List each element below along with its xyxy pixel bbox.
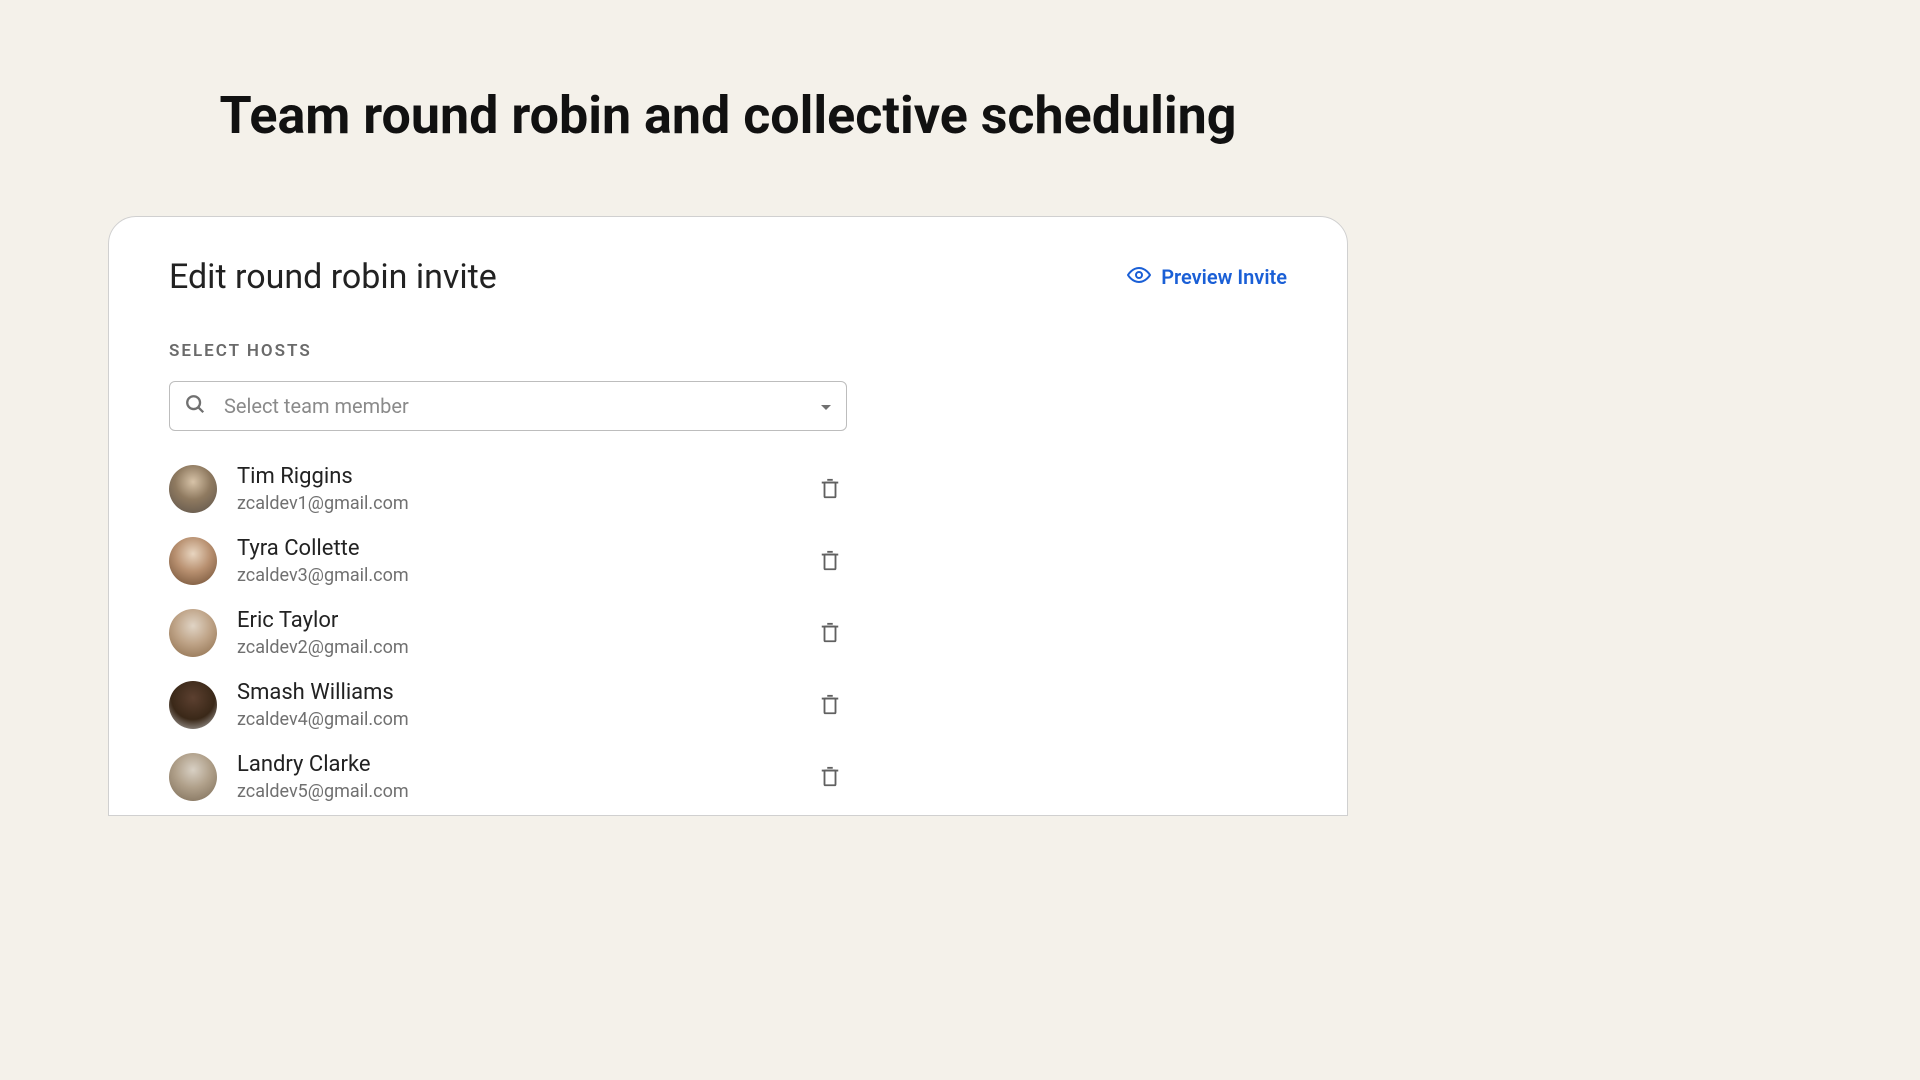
host-email: zcaldev3@gmail.com: [237, 564, 813, 587]
preview-invite-label: Preview Invite: [1161, 265, 1287, 289]
host-name: Landry Clarke: [237, 751, 813, 780]
preview-invite-button[interactable]: Preview Invite: [1127, 263, 1287, 292]
select-hosts-label: SELECT HOSTS: [169, 341, 1287, 361]
select-team-member-dropdown[interactable]: Select team member: [169, 381, 847, 431]
host-row: Eric Taylor zcaldev2@gmail.com: [169, 597, 847, 669]
trash-icon: [819, 549, 841, 573]
host-email: zcaldev5@gmail.com: [237, 780, 813, 803]
host-row: Tyra Collette zcaldev3@gmail.com: [169, 525, 847, 597]
card-title: Edit round robin invite: [169, 257, 497, 297]
host-row: Smash Williams zcaldev4@gmail.com: [169, 669, 847, 741]
host-email: zcaldev4@gmail.com: [237, 708, 813, 731]
avatar: [169, 537, 217, 585]
host-name: Tyra Collette: [237, 535, 813, 564]
avatar: [169, 753, 217, 801]
host-email: zcaldev2@gmail.com: [237, 636, 813, 659]
trash-icon: [819, 693, 841, 717]
caret-down-icon: [820, 397, 832, 416]
trash-icon: [819, 765, 841, 789]
host-row: Landry Clarke zcaldev5@gmail.com: [169, 741, 847, 813]
avatar: [169, 609, 217, 657]
select-placeholder: Select team member: [224, 394, 820, 418]
host-name: Tim Riggins: [237, 463, 813, 492]
host-name: Eric Taylor: [237, 607, 813, 636]
delete-host-button[interactable]: [813, 471, 847, 507]
edit-invite-card: Edit round robin invite Preview Invite S…: [108, 216, 1348, 816]
delete-host-button[interactable]: [813, 615, 847, 651]
host-name: Smash Williams: [237, 679, 813, 708]
delete-host-button[interactable]: [813, 543, 847, 579]
delete-host-button[interactable]: [813, 687, 847, 723]
delete-host-button[interactable]: [813, 759, 847, 795]
search-icon: [184, 393, 206, 419]
host-email: zcaldev1@gmail.com: [237, 492, 813, 515]
trash-icon: [819, 477, 841, 501]
trash-icon: [819, 621, 841, 645]
host-row: Tim Riggins zcaldev1@gmail.com: [169, 453, 847, 525]
eye-icon: [1127, 263, 1151, 292]
page-headline: Team round robin and collective scheduli…: [0, 85, 1456, 146]
avatar: [169, 681, 217, 729]
avatar: [169, 465, 217, 513]
